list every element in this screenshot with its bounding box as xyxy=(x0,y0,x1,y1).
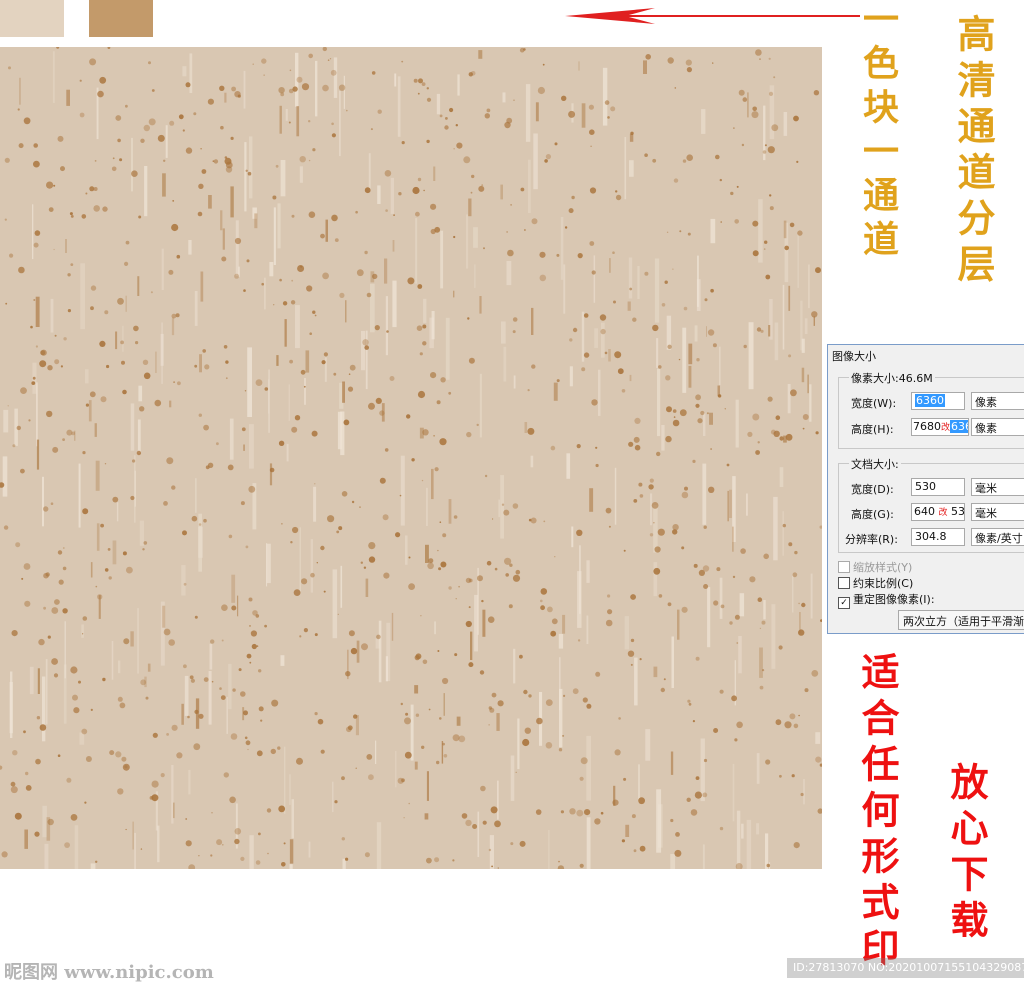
document-size-legend: 文档大小: xyxy=(849,456,901,472)
doc-height-label: 高度(G): xyxy=(851,508,894,521)
doc-width-row: 宽度(D): 530 毫米 xyxy=(839,478,1024,498)
doc-height-unit-select[interactable]: 毫米 xyxy=(971,503,1024,521)
pixel-height-input[interactable]: 7680改6360 xyxy=(911,418,969,436)
doc-width-input[interactable]: 530 xyxy=(911,478,965,496)
doc-height-input[interactable]: 640 改 530 xyxy=(911,503,965,521)
pixel-width-label: 宽度(W): xyxy=(851,397,897,410)
dialog-title: 图像大小 xyxy=(832,350,876,363)
image-size-dialog: 图像大小 像素大小:46.6M 宽度(W): 6360 像素⌄ 高度(H): 7… xyxy=(827,344,1024,634)
doc-width-unit-select[interactable]: 毫米 xyxy=(971,478,1024,496)
resample-image-checkbox[interactable]: ✓ 重定图像像素(I): xyxy=(838,591,935,609)
caption-one-block-one-channel: 一色块一通道 xyxy=(857,0,899,264)
color-swatch-dark xyxy=(89,0,153,37)
resolution-input[interactable]: 304.8 xyxy=(911,528,965,546)
site-watermark: 昵图网 www.nipic.com xyxy=(4,962,214,983)
red-arrow-icon xyxy=(565,8,860,24)
caption-hd-channel-layered: 高清通道分层 xyxy=(951,14,996,290)
document-size-group: 文档大小: 宽度(D): 530 毫米 高度(G): 640 改 530 毫米 … xyxy=(838,456,1024,553)
caption-safe-download: 放心下载 xyxy=(944,762,989,946)
pixel-size-group: 像素大小:46.6M 宽度(W): 6360 像素⌄ 高度(H): 7680改6… xyxy=(838,370,1024,449)
doc-height-row: 高度(G): 640 改 530 毫米 xyxy=(839,503,1024,523)
image-id-watermark: ID:27813070 NO:20201007155104329087 xyxy=(787,958,1024,978)
resample-method-select[interactable]: 两次立方（适用于平滑渐变 xyxy=(898,610,1024,630)
pixel-height-row: 高度(H): 7680改6360 像素⌄ xyxy=(839,418,1024,438)
resolution-unit-select[interactable]: 像素/英寸 xyxy=(971,528,1024,546)
pixel-height-unit-select[interactable]: 像素⌄ xyxy=(971,418,1024,436)
resolution-label: 分辨率(R): xyxy=(845,533,898,546)
pixel-height-label: 高度(H): xyxy=(851,423,894,436)
pixel-size-legend: 像素大小:46.6M xyxy=(849,370,935,386)
caption-any-print: 适合任何形式印 xyxy=(855,652,900,974)
doc-width-label: 宽度(D): xyxy=(851,483,894,496)
resolution-row: 分辨率(R): 304.8 像素/英寸 xyxy=(839,528,1024,548)
constrain-proportions-checkbox[interactable]: 约束比例(C) xyxy=(838,575,913,591)
texture-image xyxy=(0,47,822,869)
color-swatch-light xyxy=(0,0,64,37)
pixel-width-input[interactable]: 6360 xyxy=(911,392,965,410)
pixel-width-unit-select[interactable]: 像素⌄ xyxy=(971,392,1024,410)
scale-styles-checkbox[interactable]: 缩放样式(Y) xyxy=(838,559,912,575)
pixel-width-row: 宽度(W): 6360 像素⌄ xyxy=(839,392,1024,412)
